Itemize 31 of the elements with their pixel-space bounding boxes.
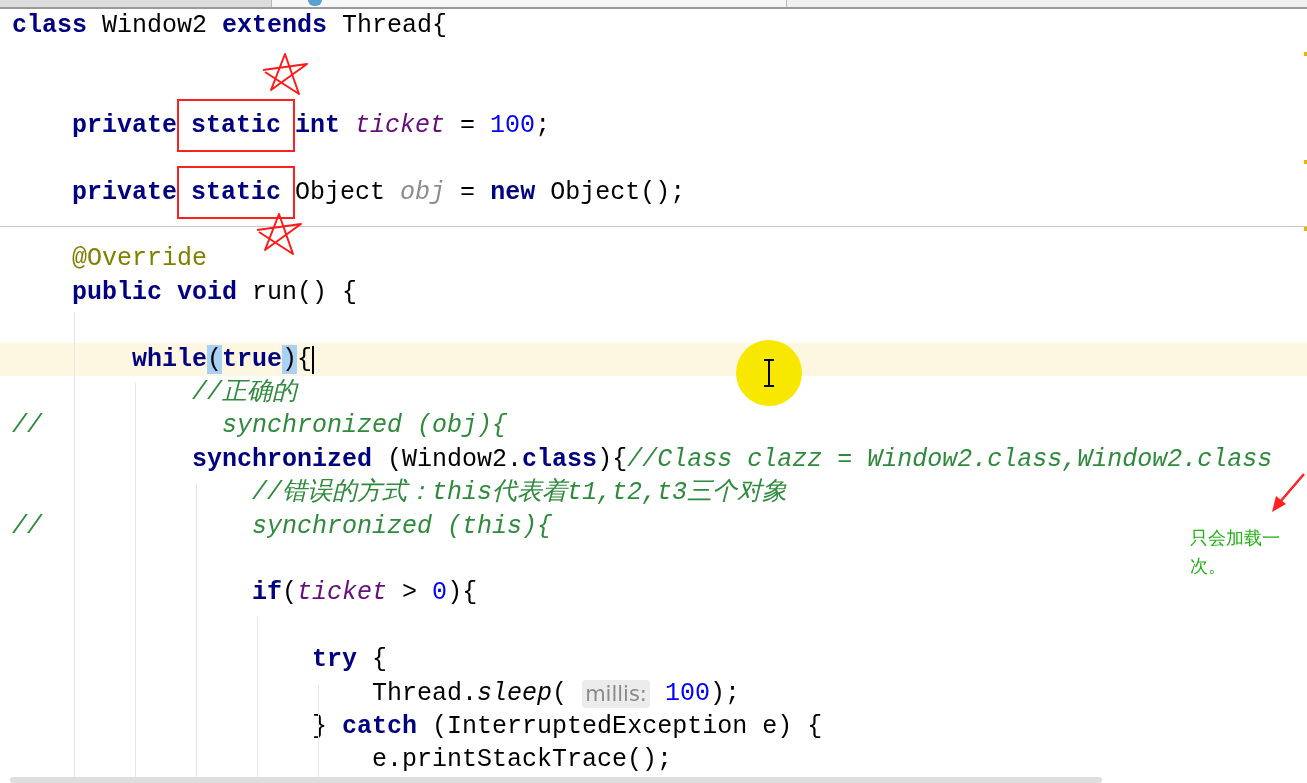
code-text: public void run() {: [72, 279, 358, 306]
code-text: synchronized (Window2.class){//Class clazz = Window2.class,Window2.class: [192, 446, 1273, 473]
code-text: class Window2 extends Thread{: [12, 12, 448, 39]
warning-marker-icon[interactable]: [1304, 52, 1307, 56]
class-icon: [308, 0, 322, 6]
highlight-box: static: [177, 99, 296, 153]
star-scribble-icon: [262, 53, 308, 95]
code-text: // synchronized (obj){: [12, 413, 508, 440]
arrow: [1272, 473, 1305, 512]
code-text: e.printStackTrace();: [372, 747, 673, 774]
text-cursor-icon: [763, 359, 775, 387]
code-text: Thread.sleep(: [372, 680, 569, 707]
highlight-box: static: [177, 166, 296, 220]
code-text: @Override: [72, 246, 208, 273]
code-text: try {: [312, 647, 388, 674]
annotation-note: 只会加载一次。: [1190, 526, 1281, 578]
star-scribble-icon: [256, 213, 302, 255]
code-text: //正确的: [192, 380, 298, 406]
code-text: int ticket = 100;: [295, 112, 551, 139]
warning-marker-icon[interactable]: [1304, 227, 1307, 231]
parameter-hint: millis:: [582, 679, 650, 708]
code-text: private: [72, 179, 178, 206]
code-text: 100);: [663, 680, 740, 707]
text-caret: [312, 345, 315, 374]
code-text: Object obj = new Object();: [295, 179, 686, 206]
code-text: if(ticket > 0){: [252, 580, 478, 607]
code-text: while(true){: [132, 346, 313, 373]
code-text: //错误的方式：this代表着t1,t2,t3三个对象: [252, 480, 788, 507]
code-text: private: [72, 112, 178, 139]
warning-marker-icon[interactable]: [1304, 160, 1307, 164]
code-text: // synchronized (this){: [12, 513, 553, 540]
